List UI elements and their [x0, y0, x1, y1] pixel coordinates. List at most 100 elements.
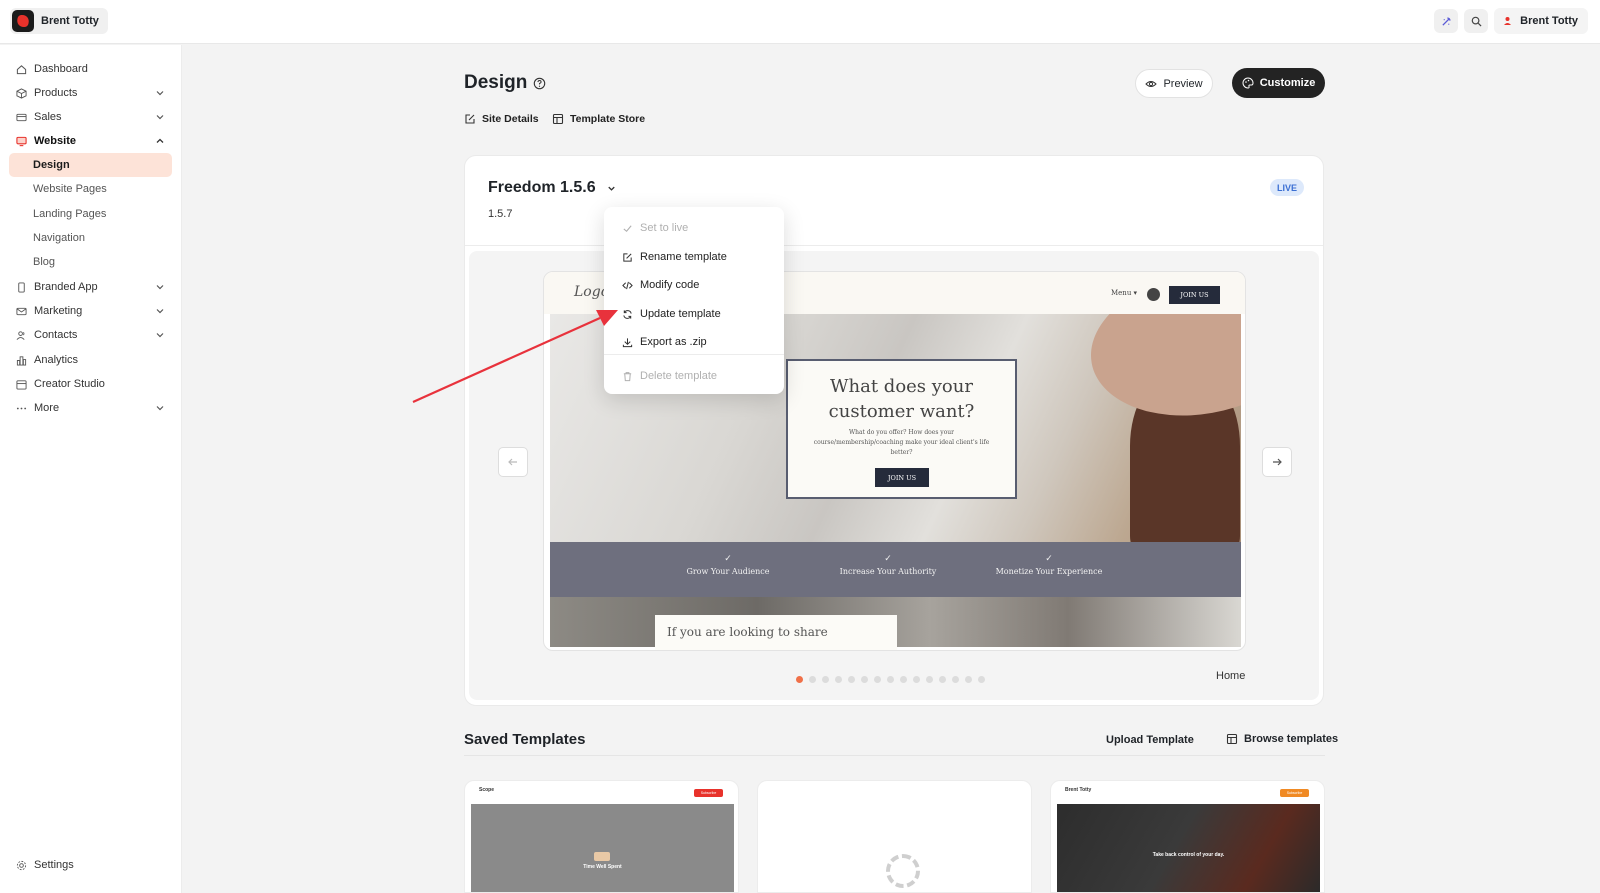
browse-templates-button[interactable]: Browse templates — [1226, 733, 1338, 745]
template-thumbnail: Take back control of your day. — [1057, 804, 1320, 892]
preview-label: Preview — [1163, 77, 1203, 90]
template-actions-menu: Set to live Rename template Modify code … — [604, 207, 784, 394]
workspace-switcher[interactable]: Brent Totty — [10, 8, 108, 34]
feature-label: Grow Your Audience — [686, 567, 770, 576]
hero-join-button: JOIN US — [875, 468, 929, 487]
template-thumb-button: Subscribe — [694, 789, 723, 797]
edit-icon — [621, 251, 633, 263]
sidebar-item-marketing[interactable]: Marketing — [9, 299, 172, 323]
feature-item: ✓ Increase Your Authority — [813, 554, 963, 576]
carousel-prev-button[interactable] — [498, 447, 528, 477]
template-thumb-name: Scope — [479, 787, 495, 793]
home-icon — [15, 63, 27, 75]
sidebar-item-branded-app[interactable]: Branded App — [9, 275, 172, 299]
refresh-icon — [621, 308, 633, 320]
sidebar-subitem-blog[interactable]: Blog — [9, 250, 172, 274]
thumb-illustration — [594, 852, 610, 861]
sidebar-item-more[interactable]: More — [9, 396, 172, 420]
chevron-down-icon — [156, 91, 164, 96]
edit-icon — [465, 114, 475, 124]
carousel-dot[interactable] — [822, 676, 829, 683]
tab-template-store[interactable]: Template Store — [552, 113, 645, 125]
saved-template-card[interactable]: Brent Totty Subscribe Take back control … — [1050, 780, 1325, 893]
menu-divider — [604, 354, 784, 355]
sidebar-item-settings[interactable]: Settings — [9, 853, 172, 877]
bottom-text-card: If you are looking to share — [655, 615, 897, 650]
tab-site-details[interactable]: Site Details — [464, 113, 539, 125]
layout-icon — [1226, 733, 1238, 745]
carousel-dot[interactable] — [861, 676, 868, 683]
user-menu[interactable]: Brent Totty — [1494, 8, 1588, 34]
menu-item-set-live[interactable]: Set to live — [621, 218, 688, 238]
carousel-dot[interactable] — [926, 676, 933, 683]
search-icon[interactable] — [1464, 9, 1489, 33]
saved-template-card[interactable] — [757, 780, 1032, 893]
sidebar-item-label: Creator Studio — [34, 378, 105, 390]
sidebar: Dashboard Products Sales Website Design … — [0, 45, 182, 893]
template-selector[interactable]: Freedom 1.5.6 — [488, 179, 617, 197]
sidebar-item-label: Branded App — [34, 281, 98, 293]
sidebar-subitem-website-pages[interactable]: Website Pages — [9, 177, 172, 201]
hero-text-box: What does your customer want? What do yo… — [786, 359, 1017, 499]
carousel-dot[interactable] — [887, 676, 894, 683]
carousel-dot[interactable] — [978, 676, 985, 683]
arrow-left-icon — [508, 458, 517, 466]
chevron-down-icon — [156, 309, 164, 314]
help-icon[interactable] — [533, 77, 546, 90]
sidebar-item-label: More — [34, 402, 60, 414]
upload-template-button[interactable]: Upload Template — [1106, 734, 1194, 746]
customize-button[interactable]: Customize — [1232, 68, 1325, 98]
sidebar-item-label: Products — [34, 87, 78, 99]
sidebar-item-analytics[interactable]: Analytics — [9, 348, 172, 372]
carousel-dot[interactable] — [874, 676, 881, 683]
credit-card-icon — [15, 111, 27, 123]
saved-template-card[interactable]: Scope Subscribe Time Well Spent — [464, 780, 739, 893]
sidebar-item-creator-studio[interactable]: Creator Studio — [9, 372, 172, 396]
carousel-next-button[interactable] — [1262, 447, 1292, 477]
preview-button[interactable]: Preview — [1135, 69, 1213, 98]
check-icon — [621, 222, 633, 234]
sidebar-subitem-design[interactable]: Design — [9, 153, 172, 177]
carousel-dot[interactable] — [952, 676, 959, 683]
dots-icon — [15, 402, 27, 414]
sidebar-item-label: Dashboard — [34, 63, 88, 75]
sidebar-item-label: Sales — [34, 111, 62, 123]
sidebar-item-contacts[interactable]: Contacts — [9, 323, 172, 347]
sidebar-item-products[interactable]: Products — [9, 81, 172, 105]
divider — [465, 245, 1323, 246]
sidebar-item-dashboard[interactable]: Dashboard — [9, 57, 172, 81]
chevron-down-icon — [156, 406, 164, 411]
feature-item: ✓ Grow Your Audience — [653, 554, 803, 576]
sidebar-item-label: Analytics — [34, 354, 79, 366]
page-title-text: Design — [464, 72, 528, 93]
carousel-dot[interactable] — [796, 676, 803, 683]
carousel-dot[interactable] — [809, 676, 816, 683]
carousel-dots — [796, 676, 985, 683]
carousel-dot[interactable] — [900, 676, 907, 683]
carousel-dot[interactable] — [848, 676, 855, 683]
loading-spinner — [886, 854, 920, 888]
sidebar-item-website[interactable]: Website — [9, 129, 172, 153]
menu-item-update-template[interactable]: Update template — [621, 304, 721, 324]
check-icon: ✓ — [724, 554, 732, 564]
chevron-down-icon — [607, 186, 615, 191]
sidebar-subitem-landing-pages[interactable]: Landing Pages — [9, 202, 172, 226]
carousel-dot[interactable] — [835, 676, 842, 683]
menu-item-delete[interactable]: Delete template — [621, 366, 717, 386]
sidebar-item-label: Settings — [34, 859, 74, 871]
menu-item-export-zip[interactable]: Export as .zip — [621, 332, 707, 352]
menu-item-rename[interactable]: Rename template — [621, 247, 727, 267]
carousel-dot[interactable] — [939, 676, 946, 683]
menu-item-modify-code[interactable]: Modify code — [621, 275, 699, 295]
sparkle-icon[interactable] — [1434, 9, 1459, 33]
brand-name: Brent Totty — [41, 15, 99, 27]
calendar-icon — [15, 378, 27, 390]
sidebar-item-sales[interactable]: Sales — [9, 105, 172, 129]
status-badge: LIVE — [1270, 179, 1305, 196]
chevron-down-icon — [156, 115, 164, 120]
sidebar-subitem-navigation[interactable]: Navigation — [9, 226, 172, 250]
template-thumb-nav: Scope Subscribe — [465, 781, 738, 803]
carousel-dot[interactable] — [965, 676, 972, 683]
browse-templates-label: Browse templates — [1244, 733, 1339, 745]
carousel-dot[interactable] — [913, 676, 920, 683]
